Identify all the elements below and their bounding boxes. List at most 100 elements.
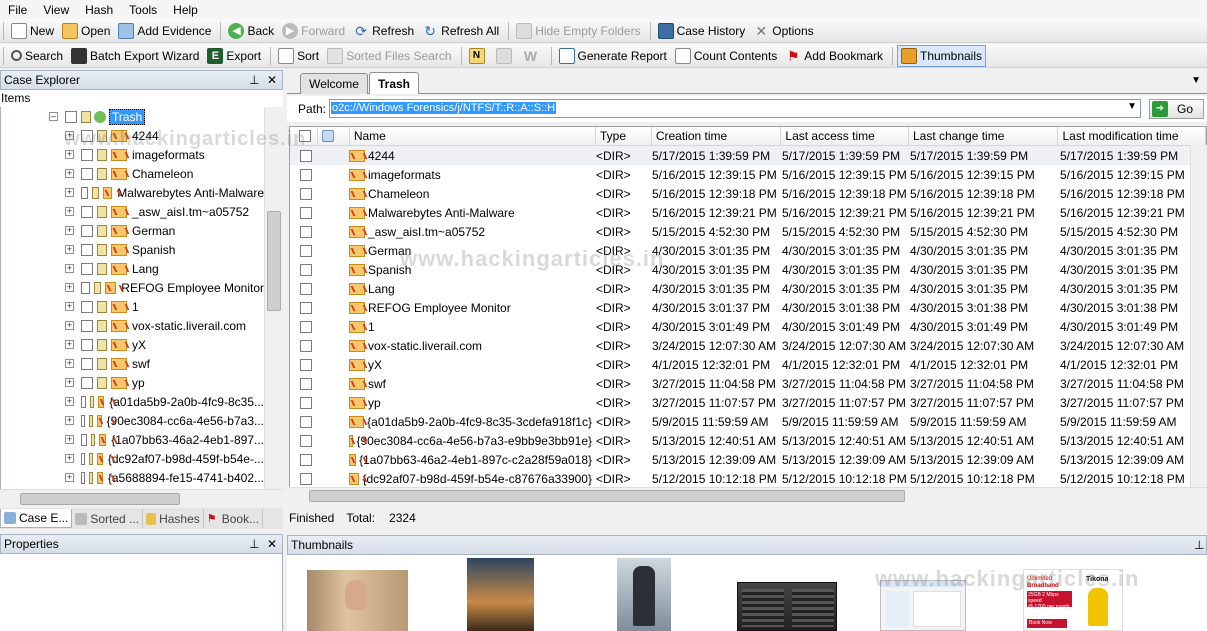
tab-welcome[interactable]: Welcome xyxy=(300,73,368,94)
table-row[interactable]: yX <DIR> 4/1/2015 12:32:01 PM 4/1/2015 12:3… xyxy=(290,355,1206,374)
expand-icon[interactable]: + xyxy=(65,302,74,311)
row-checkbox[interactable] xyxy=(290,187,318,200)
tree-node[interactable]: + Chameleon xyxy=(1,164,264,183)
row-checkbox[interactable] xyxy=(290,453,318,466)
tab-sorted[interactable]: Sorted ... xyxy=(72,509,144,528)
table-row[interactable]: REFOG Employee Monitor <DIR> 4/30/2015 3:0… xyxy=(290,298,1206,317)
row-checkbox[interactable] xyxy=(290,396,318,409)
row-checkbox[interactable] xyxy=(290,415,318,428)
row-checkbox[interactable] xyxy=(290,301,318,314)
checkbox[interactable] xyxy=(65,110,77,123)
tree-node[interactable]: + REFOG Employee Monitor xyxy=(1,278,264,297)
tree-node[interactable]: +1 xyxy=(1,297,264,316)
bookmark-tool-button[interactable] xyxy=(493,45,518,67)
table-row[interactable]: 1 <DIR> 4/30/2015 3:01:49 PM 4/30/2015 3:01… xyxy=(290,317,1206,336)
checkbox[interactable] xyxy=(81,186,89,199)
row-checkbox[interactable] xyxy=(290,320,318,333)
tree-node[interactable]: + German xyxy=(1,221,264,240)
new-button[interactable]: New xyxy=(8,20,57,42)
tree-vscroll-thumb[interactable] xyxy=(267,211,281,311)
row-checkbox[interactable] xyxy=(290,225,318,238)
row-checkbox[interactable] xyxy=(290,339,318,352)
column-last-change-time[interactable]: Last change time xyxy=(909,127,1059,146)
checkbox[interactable] xyxy=(81,300,93,313)
tree-node[interactable]: + yp xyxy=(1,373,264,392)
tab-hashes[interactable]: Hashes xyxy=(143,509,204,528)
tree-node[interactable]: + imageformats xyxy=(1,145,264,164)
table-row[interactable]: swf <DIR> 3/27/2015 11:04:58 PM 3/27/2015 1… xyxy=(290,374,1206,393)
expand-icon[interactable]: + xyxy=(65,131,74,140)
tree-node[interactable]: + {dc92af07-b98d-459f-b54e-... xyxy=(1,449,264,468)
checkbox[interactable] xyxy=(81,281,90,294)
row-checkbox[interactable] xyxy=(290,149,318,162)
expand-icon[interactable]: + xyxy=(65,397,74,406)
checkbox[interactable] xyxy=(81,262,93,275)
tree-node[interactable]: + {1a07bb63-46a2-4eb1-897... xyxy=(1,430,264,449)
checkbox[interactable] xyxy=(81,224,93,237)
table-row[interactable]: imageformats <DIR> 5/16/2015 12:39:15 PM 5/… xyxy=(290,165,1206,184)
tree-node[interactable]: + {a5688894-fe15-4741-b402... xyxy=(1,468,264,487)
sort-button[interactable]: Sort xyxy=(275,45,322,67)
pin-icon[interactable]: ⊥ xyxy=(249,537,259,551)
tab-trash[interactable]: Trash xyxy=(369,72,419,94)
tab-case-explorer[interactable]: Case E... xyxy=(0,509,73,528)
grid-vscrollbar[interactable] xyxy=(1190,145,1207,487)
checkbox[interactable] xyxy=(81,433,87,446)
menu-hash[interactable]: Hash xyxy=(77,3,121,17)
row-checkbox[interactable] xyxy=(290,263,318,276)
thumbnail-image-poster[interactable] xyxy=(467,558,534,631)
tree-node[interactable]: + swf xyxy=(1,354,264,373)
tree-root[interactable]: – Trash xyxy=(1,107,264,126)
expand-icon[interactable]: + xyxy=(65,473,74,482)
checkbox[interactable] xyxy=(81,452,86,465)
row-checkbox[interactable] xyxy=(290,358,318,371)
sorted-files-search-button[interactable]: Sorted Files Search xyxy=(324,45,454,67)
row-checkbox[interactable] xyxy=(290,206,318,219)
table-row[interactable]: yp <DIR> 3/27/2015 11:07:57 PM 3/27/2015 11… xyxy=(290,393,1206,412)
notes-button[interactable]: N xyxy=(466,45,491,67)
tree-node[interactable]: + Lang xyxy=(1,259,264,278)
word-tool-button[interactable]: W xyxy=(520,45,545,67)
table-row[interactable]: {a01da5b9-2a0b-4fc9-8c35-3cdefa918f1c} <D… xyxy=(290,412,1206,431)
row-checkbox[interactable] xyxy=(290,168,318,181)
expand-icon[interactable]: + xyxy=(65,435,74,444)
count-contents-button[interactable]: Count Contents xyxy=(672,45,780,67)
add-bookmark-button[interactable]: ⚑ Add Bookmark xyxy=(782,45,886,67)
column-creation-time[interactable]: Creation time xyxy=(652,127,782,146)
table-row[interactable]: Malwarebytes Anti-Malware <DIR> 5/16/2015 … xyxy=(290,203,1206,222)
row-checkbox[interactable] xyxy=(290,244,318,257)
thumbnail-image-advert[interactable]: Tikona Unlimited Broadband 25GB 2 Mbps s… xyxy=(1023,569,1123,631)
tree-node[interactable]: + yX xyxy=(1,335,264,354)
expand-icon[interactable]: + xyxy=(65,378,74,387)
table-row[interactable]: {90ec3084-cc6a-4e56-b7a3-e9bb9e3bb91e} <D… xyxy=(290,431,1206,450)
checkbox[interactable] xyxy=(81,167,93,180)
pin-icon[interactable]: ⊥ xyxy=(249,73,259,87)
row-checkbox[interactable] xyxy=(290,434,318,447)
close-icon[interactable]: ✕ xyxy=(267,537,277,551)
case-history-button[interactable]: Case History xyxy=(655,20,749,42)
expand-icon[interactable]: + xyxy=(65,416,74,425)
column-last-access-time[interactable]: Last access time xyxy=(781,127,909,146)
expand-icon[interactable]: + xyxy=(65,188,74,197)
table-row[interactable]: Chameleon <DIR> 5/16/2015 12:39:18 PM 5/16/… xyxy=(290,184,1206,203)
expand-icon[interactable]: + xyxy=(65,264,74,273)
expand-icon[interactable]: + xyxy=(65,169,74,178)
search-button[interactable]: Search xyxy=(8,45,66,67)
go-button[interactable]: ➜ Go xyxy=(1149,99,1204,119)
attachment-header[interactable] xyxy=(318,127,350,146)
expand-icon[interactable]: + xyxy=(65,245,74,254)
tree-node[interactable]: + {90ec3084-cc6a-4e56-b7a3... xyxy=(1,411,264,430)
forward-button[interactable]: ▶ Forward xyxy=(279,20,348,42)
expand-icon[interactable]: + xyxy=(65,226,74,235)
checkbox[interactable] xyxy=(81,471,86,484)
pin-icon[interactable]: ⊥ xyxy=(1194,538,1204,552)
checkbox[interactable] xyxy=(81,205,93,218)
table-row[interactable]: vox-static.liverail.com <DIR> 3/24/2015 12… xyxy=(290,336,1206,355)
row-checkbox[interactable] xyxy=(290,377,318,390)
grid-hscrollbar[interactable] xyxy=(289,487,1207,504)
collapse-icon[interactable]: – xyxy=(49,112,58,121)
table-row[interactable]: {dc92af07-b98d-459f-b54e-c87676a33900} <D… xyxy=(290,469,1206,487)
tree-node[interactable]: +4244 xyxy=(1,126,264,145)
checkbox[interactable] xyxy=(81,395,86,408)
column-name[interactable]: Name xyxy=(350,127,596,146)
